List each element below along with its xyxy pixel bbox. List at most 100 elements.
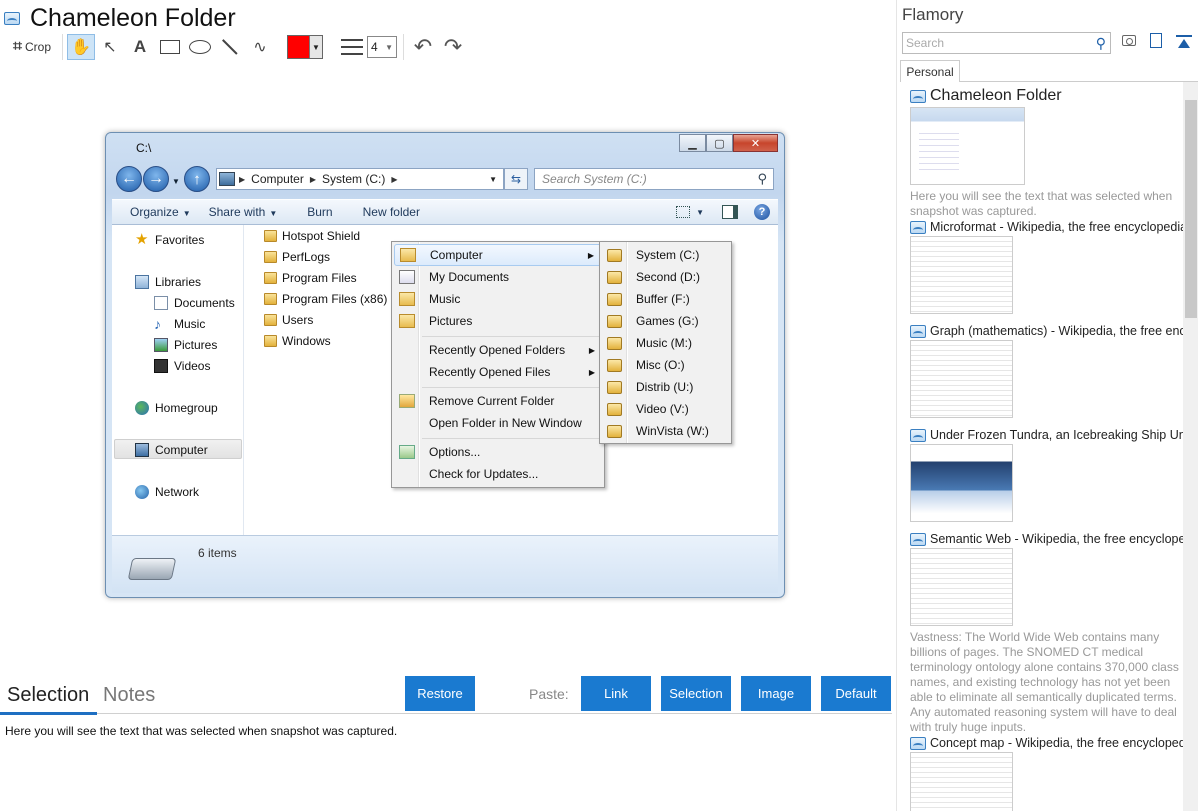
scroll-to-top-icon[interactable] — [1176, 35, 1192, 49]
list-item[interactable]: Graph (mathematics) - Wikipedia, the fre… — [910, 324, 1183, 418]
nav-pictures[interactable]: Pictures — [154, 338, 217, 352]
tab-notes[interactable]: Notes — [103, 684, 155, 707]
list-item[interactable]: Under Frozen Tundra, an Icebreaking Ship… — [910, 428, 1183, 522]
nav-music[interactable]: ♪ Music — [154, 317, 205, 331]
line-width-select[interactable]: 4 ▼ — [367, 36, 397, 58]
share-with-menu[interactable]: Share with ▼ — [209, 205, 278, 219]
organize-label: Organize — [130, 205, 179, 219]
nav-documents[interactable]: Documents — [154, 296, 235, 310]
snapshot-thumbnail[interactable] — [910, 752, 1013, 811]
up-button[interactable]: ↑ — [184, 166, 210, 192]
breadcrumb-drive[interactable]: System (C:) — [322, 172, 385, 186]
drive-item[interactable]: Second (D:) — [602, 266, 730, 288]
list-item[interactable]: Hotspot Shield — [264, 229, 360, 243]
restore-button[interactable]: Restore — [405, 676, 475, 711]
camera-icon[interactable] — [1122, 35, 1136, 46]
tab-selection[interactable]: Selection — [7, 684, 89, 707]
drive-item[interactable]: WinVista (W:) — [602, 420, 730, 442]
list-item[interactable]: Program Files (x86) — [264, 292, 387, 306]
paste-default-button[interactable]: Default — [821, 676, 891, 711]
drive-item[interactable]: Games (G:) — [602, 310, 730, 332]
menu-item-label: Music — [429, 292, 461, 306]
text-tool-button[interactable]: A — [125, 34, 155, 60]
freehand-tool-button[interactable]: ∿ — [245, 34, 275, 60]
drive-item[interactable]: System (C:) — [602, 244, 730, 266]
chevron-down-icon[interactable]: ▼ — [489, 175, 497, 184]
scrollbar-thumb[interactable] — [1185, 100, 1197, 318]
drive-item[interactable]: Misc (O:) — [602, 354, 730, 376]
menu-item-recent-folders[interactable]: Recently Opened Folders ▶ — [394, 339, 602, 361]
star-icon: ★ — [135, 231, 149, 248]
address-bar[interactable]: ▶ Computer ▶ System (C:) ▶ ▼ — [216, 168, 504, 190]
snapshot-thumbnail[interactable] — [910, 548, 1013, 626]
list-item[interactable]: Microformat - Wikipedia, the free encycl… — [910, 220, 1183, 314]
paste-link-button[interactable]: Link — [581, 676, 651, 711]
menu-item-pictures[interactable]: Pictures — [394, 310, 602, 332]
pointer-tool-button[interactable]: ↖ — [95, 34, 125, 60]
color-picker[interactable]: ▼ — [287, 35, 323, 59]
snapshot-thumbnail[interactable] — [910, 236, 1013, 314]
menu-item-check-updates[interactable]: Check for Updates... — [394, 463, 602, 485]
rectangle-tool-button[interactable] — [155, 34, 185, 60]
menu-item-open-new-window[interactable]: Open Folder in New Window — [394, 412, 602, 434]
menu-item-label: Options... — [429, 445, 481, 459]
crop-button[interactable]: ⌗ Crop — [6, 34, 58, 60]
forward-button[interactable]: → — [143, 166, 169, 192]
list-item[interactable]: Semantic Web - Wikipedia, the free encyc… — [910, 532, 1183, 735]
list-item[interactable]: Users — [264, 313, 313, 327]
entry-title: Graph (mathematics) - Wikipedia, the fre… — [930, 324, 1183, 338]
recent-pages-dropdown[interactable]: ▼ — [172, 177, 180, 186]
list-item[interactable]: PerfLogs — [264, 250, 330, 264]
list-item[interactable]: Windows — [264, 334, 331, 348]
explorer-search-input[interactable]: Search System (C:) ⚲ — [534, 168, 774, 190]
menu-item-music[interactable]: Music — [394, 288, 602, 310]
menu-item-my-documents[interactable]: My Documents — [394, 266, 602, 288]
redo-button[interactable]: ↷ — [438, 34, 468, 60]
burn-button[interactable]: Burn — [307, 205, 332, 219]
chevron-down-icon[interactable]: ▼ — [696, 208, 704, 217]
line-tool-button[interactable] — [215, 34, 245, 60]
drive-item[interactable]: Music (M:) — [602, 332, 730, 354]
nav-network[interactable]: Network — [135, 485, 199, 499]
flamory-search-input[interactable]: Search ⚲ — [902, 32, 1111, 54]
menu-item-recent-files[interactable]: Recently Opened Files ▶ — [394, 361, 602, 383]
snapshot-thumbnail[interactable] — [910, 444, 1013, 522]
drive-item[interactable]: Video (V:) — [602, 398, 730, 420]
list-item[interactable]: Chameleon Folder Here you will see the t… — [910, 87, 1183, 219]
paste-image-button[interactable]: Image — [741, 676, 811, 711]
preview-pane-icon[interactable] — [722, 205, 738, 219]
tab-personal[interactable]: Personal — [900, 60, 960, 82]
nav-libraries[interactable]: Libraries — [135, 275, 201, 289]
undo-button[interactable]: ↶ — [408, 34, 438, 60]
snapshot-thumbnail[interactable] — [910, 340, 1013, 418]
drive-item[interactable]: Distrib (U:) — [602, 376, 730, 398]
chevron-right-icon: ▶ — [239, 174, 246, 184]
nav-computer[interactable]: Computer — [135, 443, 208, 457]
refresh-button[interactable]: ⇆ — [504, 168, 528, 190]
new-folder-button[interactable]: New folder — [363, 205, 420, 219]
drive-item[interactable]: Buffer (F:) — [602, 288, 730, 310]
folder-name: Program Files (x86) — [282, 292, 388, 306]
back-button[interactable]: ← — [116, 166, 142, 192]
minimize-button[interactable]: ▁ — [679, 134, 706, 152]
nav-homegroup[interactable]: Homegroup — [135, 401, 218, 415]
snapshot-thumbnail[interactable] — [910, 107, 1025, 185]
menu-item-remove-current[interactable]: Remove Current Folder — [394, 390, 602, 412]
paste-selection-button[interactable]: Selection — [661, 676, 731, 711]
list-item[interactable]: Program Files — [264, 271, 357, 285]
help-icon[interactable]: ? — [754, 204, 770, 220]
close-button[interactable]: ✕ — [733, 134, 778, 152]
breadcrumb-computer[interactable]: Computer — [251, 172, 304, 186]
menu-item-computer[interactable]: Computer ▶ — [394, 244, 602, 266]
nav-videos[interactable]: Videos — [154, 359, 210, 373]
change-view-icon[interactable] — [676, 206, 691, 218]
page-icon[interactable] — [1150, 33, 1162, 48]
editor-pane: Chameleon Folder ⌗ Crop ✋ ↖ A ∿ ▼ 4 ▼ ↶ … — [0, 0, 896, 811]
menu-item-options[interactable]: Options... — [394, 441, 602, 463]
hand-tool-button[interactable]: ✋ — [67, 34, 95, 60]
ellipse-tool-button[interactable] — [185, 34, 215, 60]
list-item[interactable]: Concept map - Wikipedia, the free encycl… — [910, 736, 1183, 811]
maximize-button[interactable]: ▢ — [706, 134, 733, 152]
organize-menu[interactable]: Organize ▼ — [130, 205, 191, 219]
nav-favorites[interactable]: ★ Favorites — [135, 231, 204, 248]
